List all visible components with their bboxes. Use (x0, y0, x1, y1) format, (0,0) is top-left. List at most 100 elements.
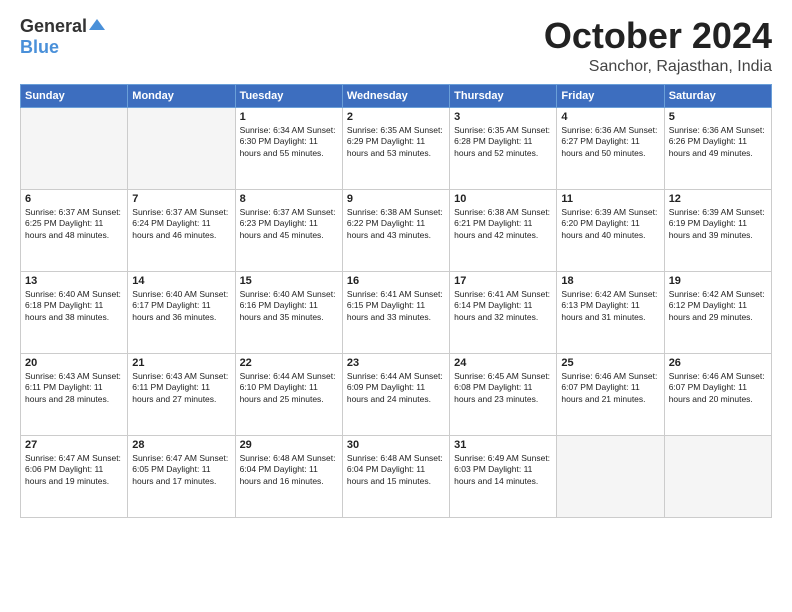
calendar-header-wednesday: Wednesday (342, 84, 449, 107)
calendar-cell: 20Sunrise: 6:43 AM Sunset: 6:11 PM Dayli… (21, 353, 128, 435)
cell-content: Sunrise: 6:42 AM Sunset: 6:13 PM Dayligh… (561, 289, 659, 323)
calendar-week-row: 27Sunrise: 6:47 AM Sunset: 6:06 PM Dayli… (21, 435, 772, 517)
calendar-header-thursday: Thursday (450, 84, 557, 107)
cell-content: Sunrise: 6:40 AM Sunset: 6:17 PM Dayligh… (132, 289, 230, 323)
calendar-header-row: SundayMondayTuesdayWednesdayThursdayFrid… (21, 84, 772, 107)
day-number: 29 (240, 439, 338, 451)
month-title: October 2024 (544, 16, 772, 56)
header: General Blue October 2024 Sanchor, Rajas… (20, 16, 772, 76)
calendar-cell: 23Sunrise: 6:44 AM Sunset: 6:09 PM Dayli… (342, 353, 449, 435)
calendar-header-monday: Monday (128, 84, 235, 107)
cell-content: Sunrise: 6:44 AM Sunset: 6:10 PM Dayligh… (240, 371, 338, 405)
calendar-cell (21, 107, 128, 189)
cell-content: Sunrise: 6:34 AM Sunset: 6:30 PM Dayligh… (240, 125, 338, 159)
cell-content: Sunrise: 6:36 AM Sunset: 6:26 PM Dayligh… (669, 125, 767, 159)
day-number: 24 (454, 357, 552, 369)
cell-content: Sunrise: 6:39 AM Sunset: 6:20 PM Dayligh… (561, 207, 659, 241)
calendar-cell: 9 Sunrise: 6:38 AM Sunset: 6:22 PM Daylig… (342, 189, 449, 271)
calendar-cell: 19Sunrise: 6:42 AM Sunset: 6:12 PM Dayli… (664, 271, 771, 353)
cell-content: Sunrise: 6:47 AM Sunset: 6:05 PM Dayligh… (132, 453, 230, 487)
calendar-cell: 16 Sunrise: 6:41 AM Sunset: 6:15 PM Dayli… (342, 271, 449, 353)
day-number: 5 (669, 111, 767, 123)
day-number: 9 (347, 193, 445, 205)
cell-content: Sunrise: 6:45 AM Sunset: 6:08 PM Dayligh… (454, 371, 552, 405)
day-number: 2 (347, 111, 445, 123)
day-number: 7 (132, 193, 230, 205)
calendar-cell: 29 Sunrise: 6:48 AM Sunset: 6:04 PM Dayli… (235, 435, 342, 517)
calendar-cell (664, 435, 771, 517)
cell-content: Sunrise: 6:46 AM Sunset: 6:07 PM Dayligh… (669, 371, 767, 405)
calendar-cell: 1 Sunrise: 6:34 AM Sunset: 6:30 PM Daylig… (235, 107, 342, 189)
calendar-cell: 8 Sunrise: 6:37 AM Sunset: 6:23 PM Daylig… (235, 189, 342, 271)
logo-blue: Blue (20, 37, 59, 57)
calendar-table: SundayMondayTuesdayWednesdayThursdayFrid… (20, 84, 772, 518)
cell-content: Sunrise: 6:46 AM Sunset: 6:07 PM Dayligh… (561, 371, 659, 405)
cell-content: Sunrise: 6:41 AM Sunset: 6:15 PM Dayligh… (347, 289, 445, 323)
calendar-cell: 10Sunrise: 6:38 AM Sunset: 6:21 PM Dayli… (450, 189, 557, 271)
cell-content: Sunrise: 6:37 AM Sunset: 6:23 PM Dayligh… (240, 207, 338, 241)
logo-bird-icon (89, 18, 105, 34)
calendar-cell: 2 Sunrise: 6:35 AM Sunset: 6:29 PM Daylig… (342, 107, 449, 189)
cell-content: Sunrise: 6:42 AM Sunset: 6:12 PM Dayligh… (669, 289, 767, 323)
cell-content: Sunrise: 6:36 AM Sunset: 6:27 PM Dayligh… (561, 125, 659, 159)
calendar-week-row: 20Sunrise: 6:43 AM Sunset: 6:11 PM Dayli… (21, 353, 772, 435)
day-number: 3 (454, 111, 552, 123)
cell-content: Sunrise: 6:49 AM Sunset: 6:03 PM Dayligh… (454, 453, 552, 487)
day-number: 10 (454, 193, 552, 205)
cell-content: Sunrise: 6:48 AM Sunset: 6:04 PM Dayligh… (240, 453, 338, 487)
day-number: 17 (454, 275, 552, 287)
day-number: 13 (25, 275, 123, 287)
day-number: 30 (347, 439, 445, 451)
cell-content: Sunrise: 6:39 AM Sunset: 6:19 PM Dayligh… (669, 207, 767, 241)
calendar-cell (557, 435, 664, 517)
calendar-cell: 3 Sunrise: 6:35 AM Sunset: 6:28 PM Daylig… (450, 107, 557, 189)
calendar-cell: 5 Sunrise: 6:36 AM Sunset: 6:26 PM Daylig… (664, 107, 771, 189)
calendar-cell: 7 Sunrise: 6:37 AM Sunset: 6:24 PM Daylig… (128, 189, 235, 271)
calendar-header-sunday: Sunday (21, 84, 128, 107)
day-number: 6 (25, 193, 123, 205)
calendar-cell: 21Sunrise: 6:43 AM Sunset: 6:11 PM Dayli… (128, 353, 235, 435)
day-number: 14 (132, 275, 230, 287)
logo: General Blue (20, 16, 105, 58)
calendar-cell: 26 Sunrise: 6:46 AM Sunset: 6:07 PM Dayli… (664, 353, 771, 435)
day-number: 25 (561, 357, 659, 369)
calendar-cell: 22 Sunrise: 6:44 AM Sunset: 6:10 PM Dayli… (235, 353, 342, 435)
calendar-cell: 25 Sunrise: 6:46 AM Sunset: 6:07 PM Dayli… (557, 353, 664, 435)
cell-content: Sunrise: 6:40 AM Sunset: 6:16 PM Dayligh… (240, 289, 338, 323)
calendar-cell: 28 Sunrise: 6:47 AM Sunset: 6:05 PM Dayli… (128, 435, 235, 517)
day-number: 16 (347, 275, 445, 287)
calendar-cell: 4Sunrise: 6:36 AM Sunset: 6:27 PM Daylig… (557, 107, 664, 189)
cell-content: Sunrise: 6:35 AM Sunset: 6:28 PM Dayligh… (454, 125, 552, 159)
day-number: 15 (240, 275, 338, 287)
cell-content: Sunrise: 6:37 AM Sunset: 6:25 PM Dayligh… (25, 207, 123, 241)
day-number: 8 (240, 193, 338, 205)
cell-content: Sunrise: 6:35 AM Sunset: 6:29 PM Dayligh… (347, 125, 445, 159)
day-number: 1 (240, 111, 338, 123)
calendar-header-tuesday: Tuesday (235, 84, 342, 107)
cell-content: Sunrise: 6:38 AM Sunset: 6:22 PM Dayligh… (347, 207, 445, 241)
cell-content: Sunrise: 6:41 AM Sunset: 6:14 PM Dayligh… (454, 289, 552, 323)
calendar-cell: 17 Sunrise: 6:41 AM Sunset: 6:14 PM Dayli… (450, 271, 557, 353)
cell-content: Sunrise: 6:48 AM Sunset: 6:04 PM Dayligh… (347, 453, 445, 487)
calendar-cell: 11 Sunrise: 6:39 AM Sunset: 6:20 PM Dayli… (557, 189, 664, 271)
cell-content: Sunrise: 6:37 AM Sunset: 6:24 PM Dayligh… (132, 207, 230, 241)
day-number: 26 (669, 357, 767, 369)
day-number: 27 (25, 439, 123, 451)
calendar-cell (128, 107, 235, 189)
day-number: 11 (561, 193, 659, 205)
calendar-cell: 14 Sunrise: 6:40 AM Sunset: 6:17 PM Dayli… (128, 271, 235, 353)
day-number: 28 (132, 439, 230, 451)
title-block: October 2024 Sanchor, Rajasthan, India (544, 16, 772, 76)
day-number: 22 (240, 357, 338, 369)
calendar-cell: 15 Sunrise: 6:40 AM Sunset: 6:16 PM Dayli… (235, 271, 342, 353)
day-number: 18 (561, 275, 659, 287)
day-number: 31 (454, 439, 552, 451)
day-number: 12 (669, 193, 767, 205)
day-number: 23 (347, 357, 445, 369)
calendar-cell: 18 Sunrise: 6:42 AM Sunset: 6:13 PM Dayli… (557, 271, 664, 353)
calendar-header-saturday: Saturday (664, 84, 771, 107)
calendar-cell: 13 Sunrise: 6:40 AM Sunset: 6:18 PM Dayli… (21, 271, 128, 353)
calendar-cell: 30 Sunrise: 6:48 AM Sunset: 6:04 PM Dayli… (342, 435, 449, 517)
cell-content: Sunrise: 6:40 AM Sunset: 6:18 PM Dayligh… (25, 289, 123, 323)
logo-general: General (20, 16, 87, 37)
